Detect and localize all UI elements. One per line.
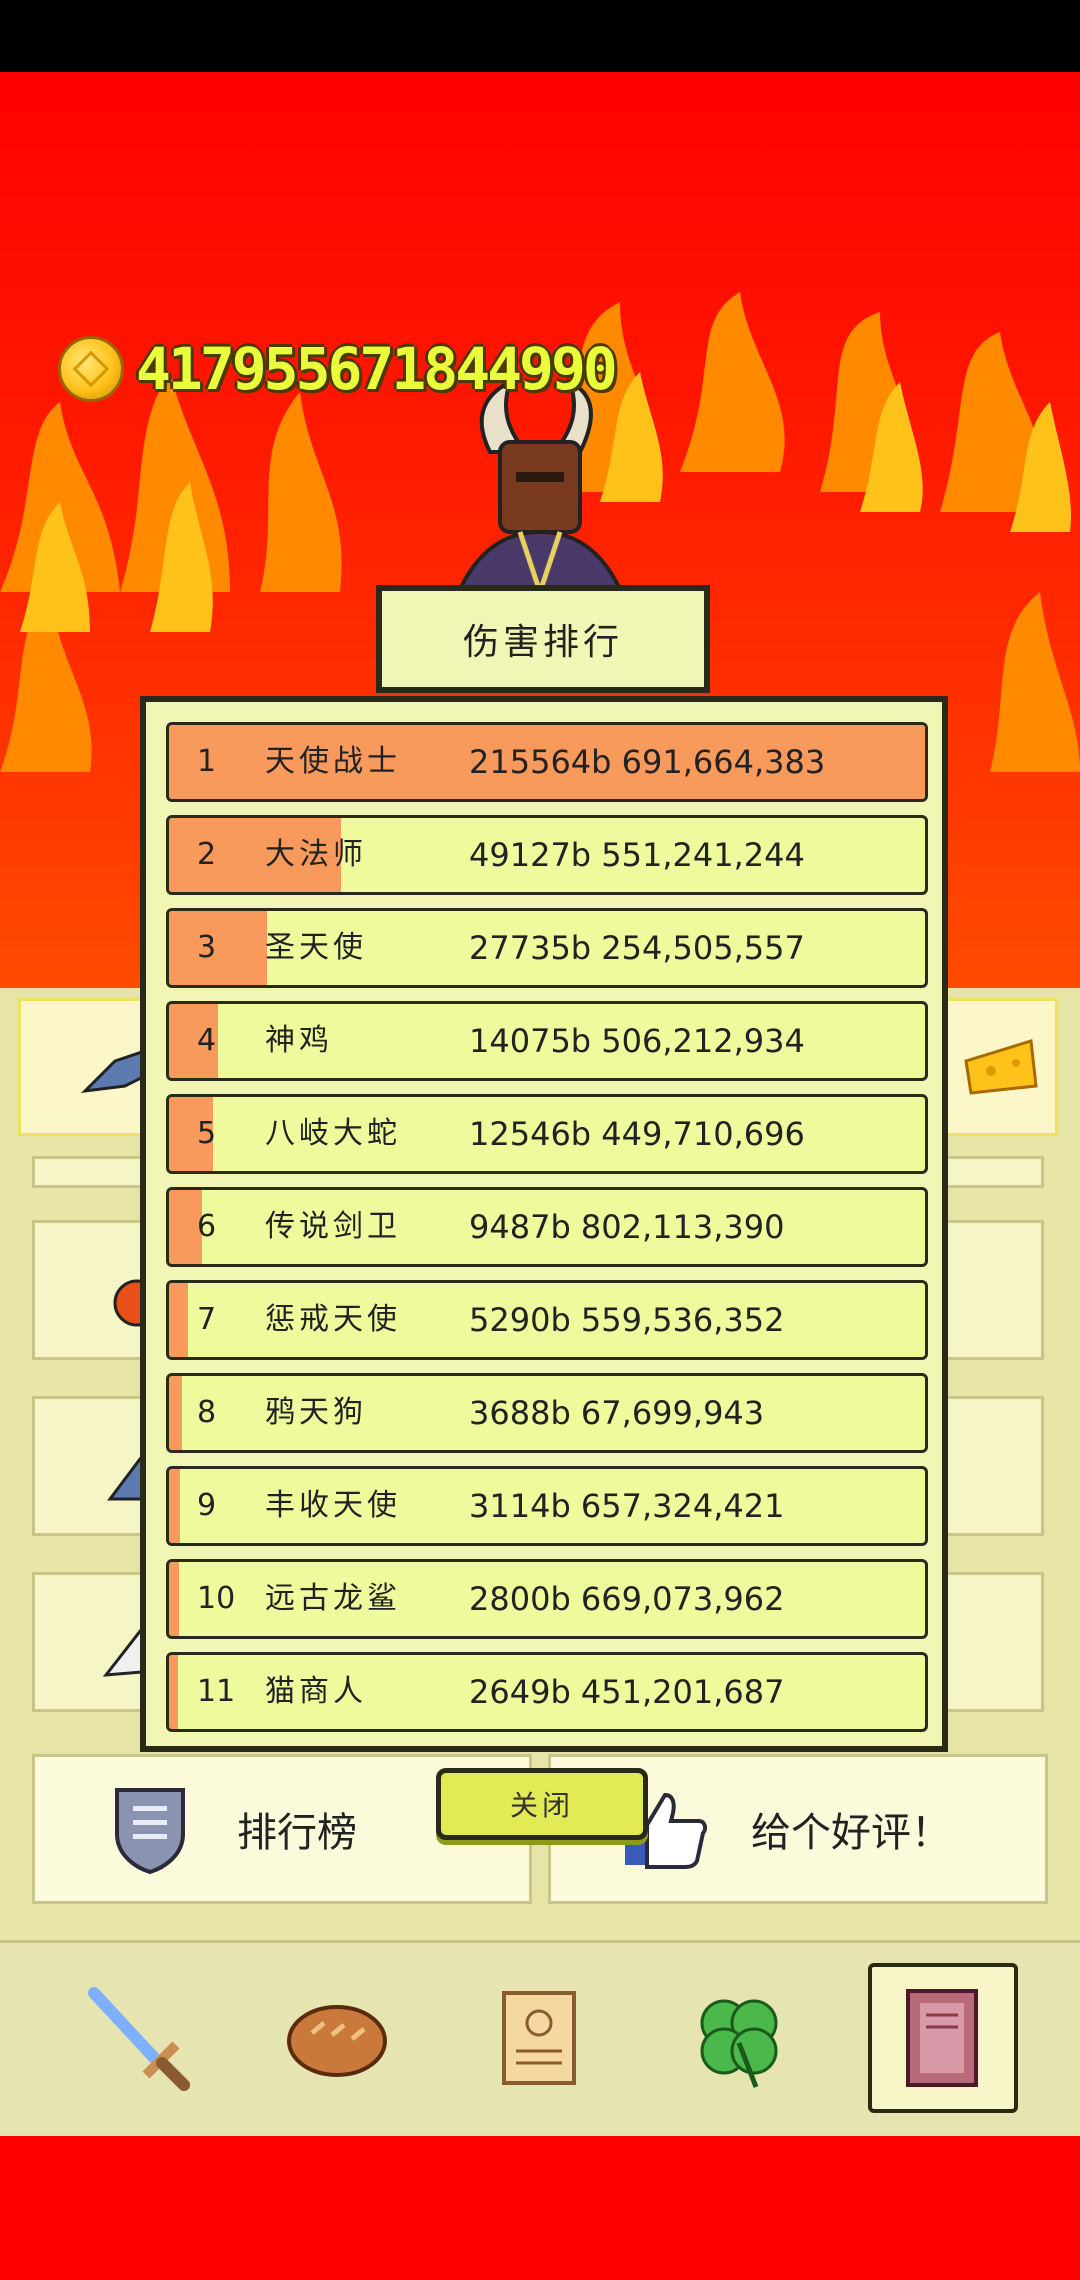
bread-icon [287,2005,387,2077]
ranking-row: 9 丰收天使 3114b 657,324,421 [166,1466,928,1546]
unit-name: 猫商人 [265,1674,367,1709]
ranking-row: 2 大法师 49127b 551,241,244 [166,815,928,895]
unit-name: 惩戒天使 [265,1302,401,1337]
nav-tab-weapons[interactable] [64,1963,214,2113]
ranking-row: 5 八岐大蛇 12546b 449,710,696 [166,1094,928,1174]
gold-counter: 417955671844990 [58,334,618,404]
unit-name: 远古龙鲨 [265,1581,401,1616]
damage-ranking-popup: 1 天使战士 215564b 691,664,383 2 大法师 49127b 551,2… [140,696,948,1752]
review-label: 给个好评！ [751,1810,951,1856]
ranking-row: 6 传说剑卫 9487b 802,113,390 [166,1187,928,1267]
ranking-row: 1 天使战士 215564b 691,664,383 [166,722,928,802]
ranking-row: 3 圣天使 27735b 254,505,557 [166,908,928,988]
scroll-icon [502,1991,576,2085]
damage-value: 5290b 559,536,352 [469,1301,785,1339]
damage-value: 9487b 802,113,390 [469,1208,785,1246]
rank-number: 5 [197,1116,217,1151]
unit-name: 丰收天使 [265,1488,401,1523]
ranking-row: 11 猫商人 2649b 451,201,687 [166,1652,928,1732]
rank-number: 4 [197,1023,217,1058]
damage-bar-fill [169,1562,179,1636]
damage-value: 12546b 449,710,696 [469,1115,805,1153]
close-button[interactable]: 关闭 [436,1768,648,1840]
damage-value: 2649b 451,201,687 [469,1673,785,1711]
damage-value: 49127b 551,241,244 [469,836,805,874]
rank-number: 3 [197,930,217,965]
unit-name: 鸦天狗 [265,1395,367,1430]
ranking-row: 7 惩戒天使 5290b 559,536,352 [166,1280,928,1360]
status-bar [0,0,1080,72]
popup-title: 伤害排行 [376,585,710,693]
damage-bar-fill [169,1469,180,1543]
rank-number: 9 [197,1488,217,1523]
ranking-row: 10 远古龙鲨 2800b 669,073,962 [166,1559,928,1639]
damage-bar-fill [169,1376,182,1450]
rank-number: 8 [197,1395,217,1430]
gold-amount: 417955671844990 [136,335,618,403]
damage-value: 3688b 67,699,943 [469,1394,765,1432]
cheese-icon [964,1039,1038,1095]
rank-number: 6 [197,1209,217,1244]
gold-coin-icon [58,336,124,402]
damage-value: 3114b 657,324,421 [469,1487,785,1525]
leaderboard-label: 排行榜 [237,1810,357,1856]
bottom-nav [0,1940,1080,2139]
ranking-row: 8 鸦天狗 3688b 67,699,943 [166,1373,928,1453]
book-icon [906,1989,978,2087]
damage-value: 27735b 254,505,557 [469,929,805,967]
nav-tab-book[interactable] [868,1963,1018,2113]
nav-tab-scroll[interactable] [464,1963,614,2113]
unit-name: 天使战士 [265,744,401,779]
unit-name: 八岐大蛇 [265,1116,401,1151]
unit-name: 神鸡 [265,1023,333,1058]
unit-name: 圣天使 [265,930,367,965]
clover-icon [700,1999,778,2088]
damage-value: 2800b 669,073,962 [469,1580,785,1618]
damage-value: 14075b 506,212,934 [469,1022,805,1060]
shield-icon [115,1788,185,1874]
damage-bar-fill [169,1655,179,1729]
nav-tab-food[interactable] [262,1963,412,2113]
sword-icon [88,1987,190,2091]
unit-name: 传说剑卫 [265,1209,401,1244]
rank-number: 11 [197,1674,236,1709]
nav-tab-luck[interactable] [664,1963,814,2113]
ranking-list[interactable]: 1 天使战士 215564b 691,664,383 2 大法师 49127b 551,2… [166,722,928,1745]
rank-number: 7 [197,1302,217,1337]
ranking-row: 4 神鸡 14075b 506,212,934 [166,1001,928,1081]
damage-bar-fill [169,911,267,985]
rank-number: 2 [197,837,217,872]
damage-value: 215564b 691,664,383 [469,743,826,781]
rank-number: 10 [197,1581,236,1616]
rank-number: 1 [197,744,217,779]
bottom-bar [0,2136,1080,2280]
game-screen: 417955671844990 排行榜 给个好评！ 伤害排行 1 天使战士 21… [0,0,1080,2280]
damage-bar-fill [169,1283,188,1357]
unit-name: 大法师 [265,837,367,872]
